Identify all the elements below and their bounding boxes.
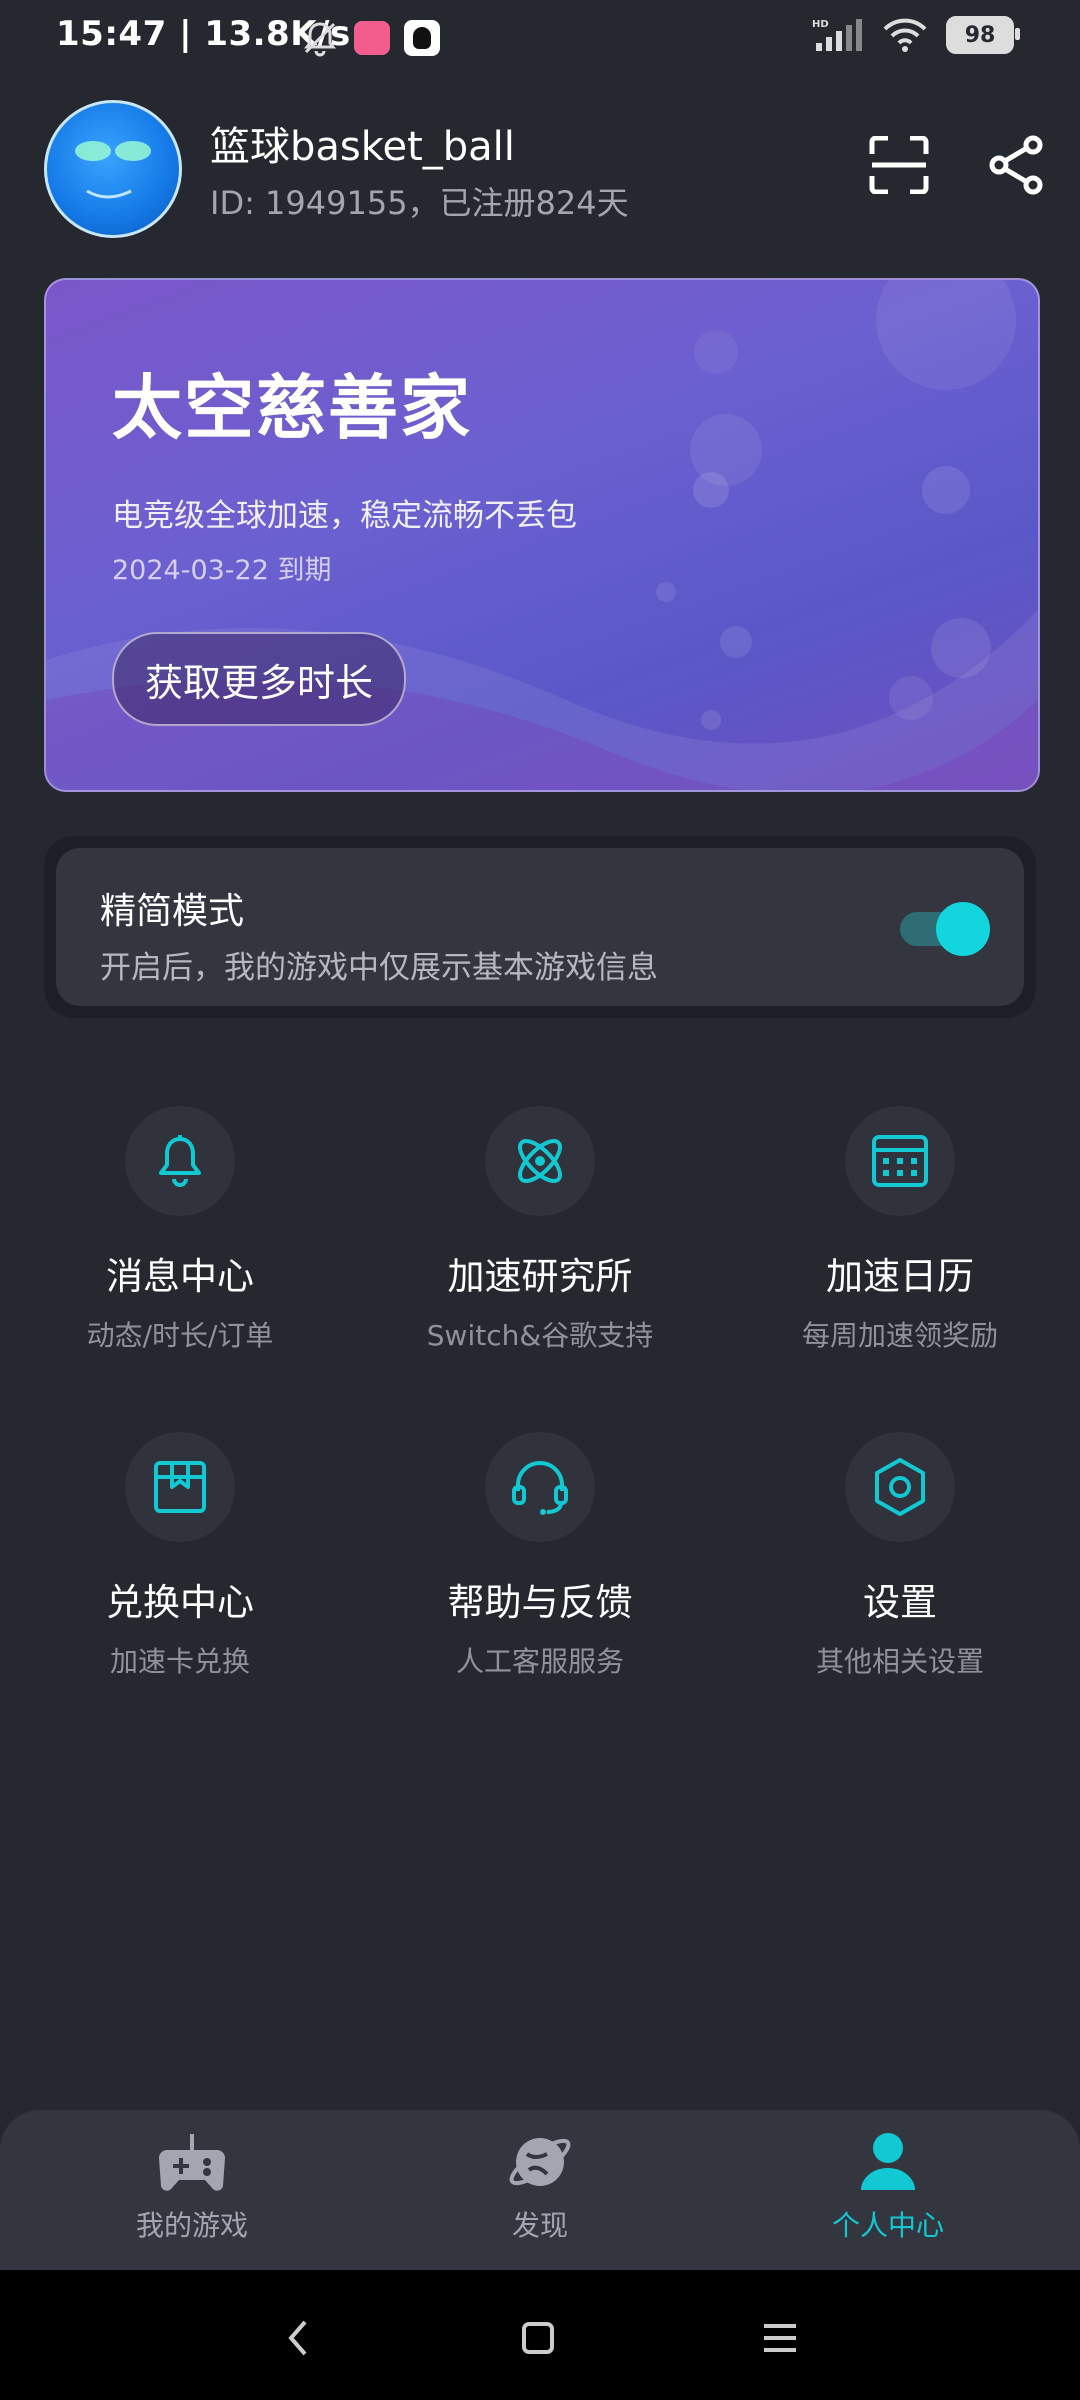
username: 篮球basket_ball xyxy=(210,124,515,170)
headset-icon xyxy=(512,1461,568,1515)
user-id-info: ID: 1949155，已注册824天 xyxy=(210,184,629,222)
simple-mode-description: 开启后，我的游戏中仅展示基本游戏信息 xyxy=(100,950,658,986)
message-center-subtitle: 动态/时长/订单 xyxy=(86,1319,274,1352)
gamepad-icon xyxy=(159,2134,225,2191)
help-feedback-title: 帮助与反馈 xyxy=(447,1581,633,1624)
calendar-icon xyxy=(872,1135,928,1187)
bilibili-app-icon xyxy=(354,21,390,55)
tab-profile-label: 个人中心 xyxy=(831,2209,944,2242)
tab-my-games-label: 我的游戏 xyxy=(135,2209,248,2242)
redeem-center-subtitle: 加速卡兑换 xyxy=(109,1645,250,1678)
battery-indicator: 98 xyxy=(946,16,1020,54)
nav-menu-button[interactable] xyxy=(750,2308,810,2368)
share-icon xyxy=(989,135,1043,195)
acceleration-lab-title: 加速研究所 xyxy=(447,1255,633,1298)
settings-subtitle: 其他相关设置 xyxy=(815,1645,984,1678)
avatar[interactable] xyxy=(44,100,182,238)
gift-box-icon-bg xyxy=(125,1432,235,1542)
message-center-title: 消息中心 xyxy=(106,1255,254,1298)
nav-back-button[interactable] xyxy=(268,2308,328,2368)
system-navigation-bar xyxy=(0,2270,1080,2400)
menu-lines-icon xyxy=(764,2324,796,2352)
bell-icon-bg xyxy=(125,1106,235,1216)
status-notification-icons xyxy=(300,18,440,58)
bell-icon xyxy=(159,1135,201,1187)
back-chevron-icon xyxy=(288,2320,307,2356)
headset-icon-bg xyxy=(485,1432,595,1542)
tab-discover-label: 发现 xyxy=(511,2209,568,2242)
simple-mode-panel: 精简模式 开启后，我的游戏中仅展示基本游戏信息 xyxy=(56,848,1024,1006)
membership-card: 太空慈善家 电竞级全球加速，稳定流畅不丢包 2024-03-22 到期 获取更多… xyxy=(44,278,1040,792)
bottom-tab-bar: 我的游戏 发现 个人中心 xyxy=(0,2110,1080,2270)
scan-button[interactable] xyxy=(864,130,934,200)
settings-item[interactable]: 设置 其他相关设置 xyxy=(750,1432,1050,1680)
toggle-knob xyxy=(936,902,990,956)
atom-icon xyxy=(518,1139,562,1183)
bell-muted-icon xyxy=(304,22,336,57)
gift-box-icon xyxy=(154,1461,206,1513)
nav-home-button[interactable] xyxy=(508,2308,568,2368)
svg-text:HD: HD xyxy=(812,19,829,30)
simple-mode-toggle[interactable] xyxy=(900,902,990,956)
qq-app-icon xyxy=(404,20,440,56)
acceleration-lab-item[interactable]: 加速研究所 Switch&谷歌支持 xyxy=(390,1106,690,1354)
settings-hexagon-icon xyxy=(875,1458,925,1516)
acceleration-lab-subtitle: Switch&谷歌支持 xyxy=(426,1319,654,1352)
simple-mode-title: 精简模式 xyxy=(100,891,245,932)
redeem-center-title: 兑换中心 xyxy=(106,1581,254,1624)
share-button[interactable] xyxy=(982,130,1052,200)
help-feedback-item[interactable]: 帮助与反馈 人工客服服务 xyxy=(390,1432,690,1680)
message-center-item[interactable]: 消息中心 动态/时长/订单 xyxy=(30,1106,330,1354)
atom-icon-bg xyxy=(485,1106,595,1216)
acceleration-calendar-title: 加速日历 xyxy=(826,1255,974,1298)
calendar-icon-bg xyxy=(845,1106,955,1216)
acceleration-calendar-item[interactable]: 加速日历 每周加速领奖励 xyxy=(750,1106,1050,1354)
membership-description: 电竞级全球加速，稳定流畅不丢包 xyxy=(112,498,577,534)
redeem-center-item[interactable]: 兑换中心 加速卡兑换 xyxy=(30,1432,330,1680)
membership-expiry: 2024-03-22 到期 xyxy=(112,555,332,586)
tab-profile[interactable]: 个人中心 xyxy=(748,2130,1028,2244)
signal-icon: HD xyxy=(812,19,862,51)
person-icon xyxy=(861,2133,915,2190)
acceleration-calendar-subtitle: 每周加速领奖励 xyxy=(801,1319,998,1352)
settings-title: 设置 xyxy=(863,1581,937,1624)
wifi-icon xyxy=(883,18,927,52)
profile-header: 篮球basket_ball ID: 1949155，已注册824天 xyxy=(44,100,1044,240)
help-feedback-subtitle: 人工客服服务 xyxy=(455,1645,624,1678)
status-system-icons: HD 98 xyxy=(812,16,1020,54)
tab-discover[interactable]: 发现 xyxy=(400,2130,680,2244)
home-square-icon xyxy=(522,2322,554,2354)
get-more-time-button[interactable]: 获取更多时长 xyxy=(112,632,406,726)
simple-mode-card: 精简模式 开启后，我的游戏中仅展示基本游戏信息 xyxy=(44,836,1036,1018)
membership-title: 太空慈善家 xyxy=(112,367,472,449)
status-bar: 15:47 | 13.8K/s HD 98 xyxy=(0,0,1080,80)
planet-icon xyxy=(509,2138,571,2186)
scan-icon xyxy=(869,136,929,194)
avatar-face-icon xyxy=(75,141,151,199)
tab-my-games[interactable]: 我的游戏 xyxy=(52,2130,332,2244)
settings-hexagon-icon-bg xyxy=(845,1432,955,1542)
